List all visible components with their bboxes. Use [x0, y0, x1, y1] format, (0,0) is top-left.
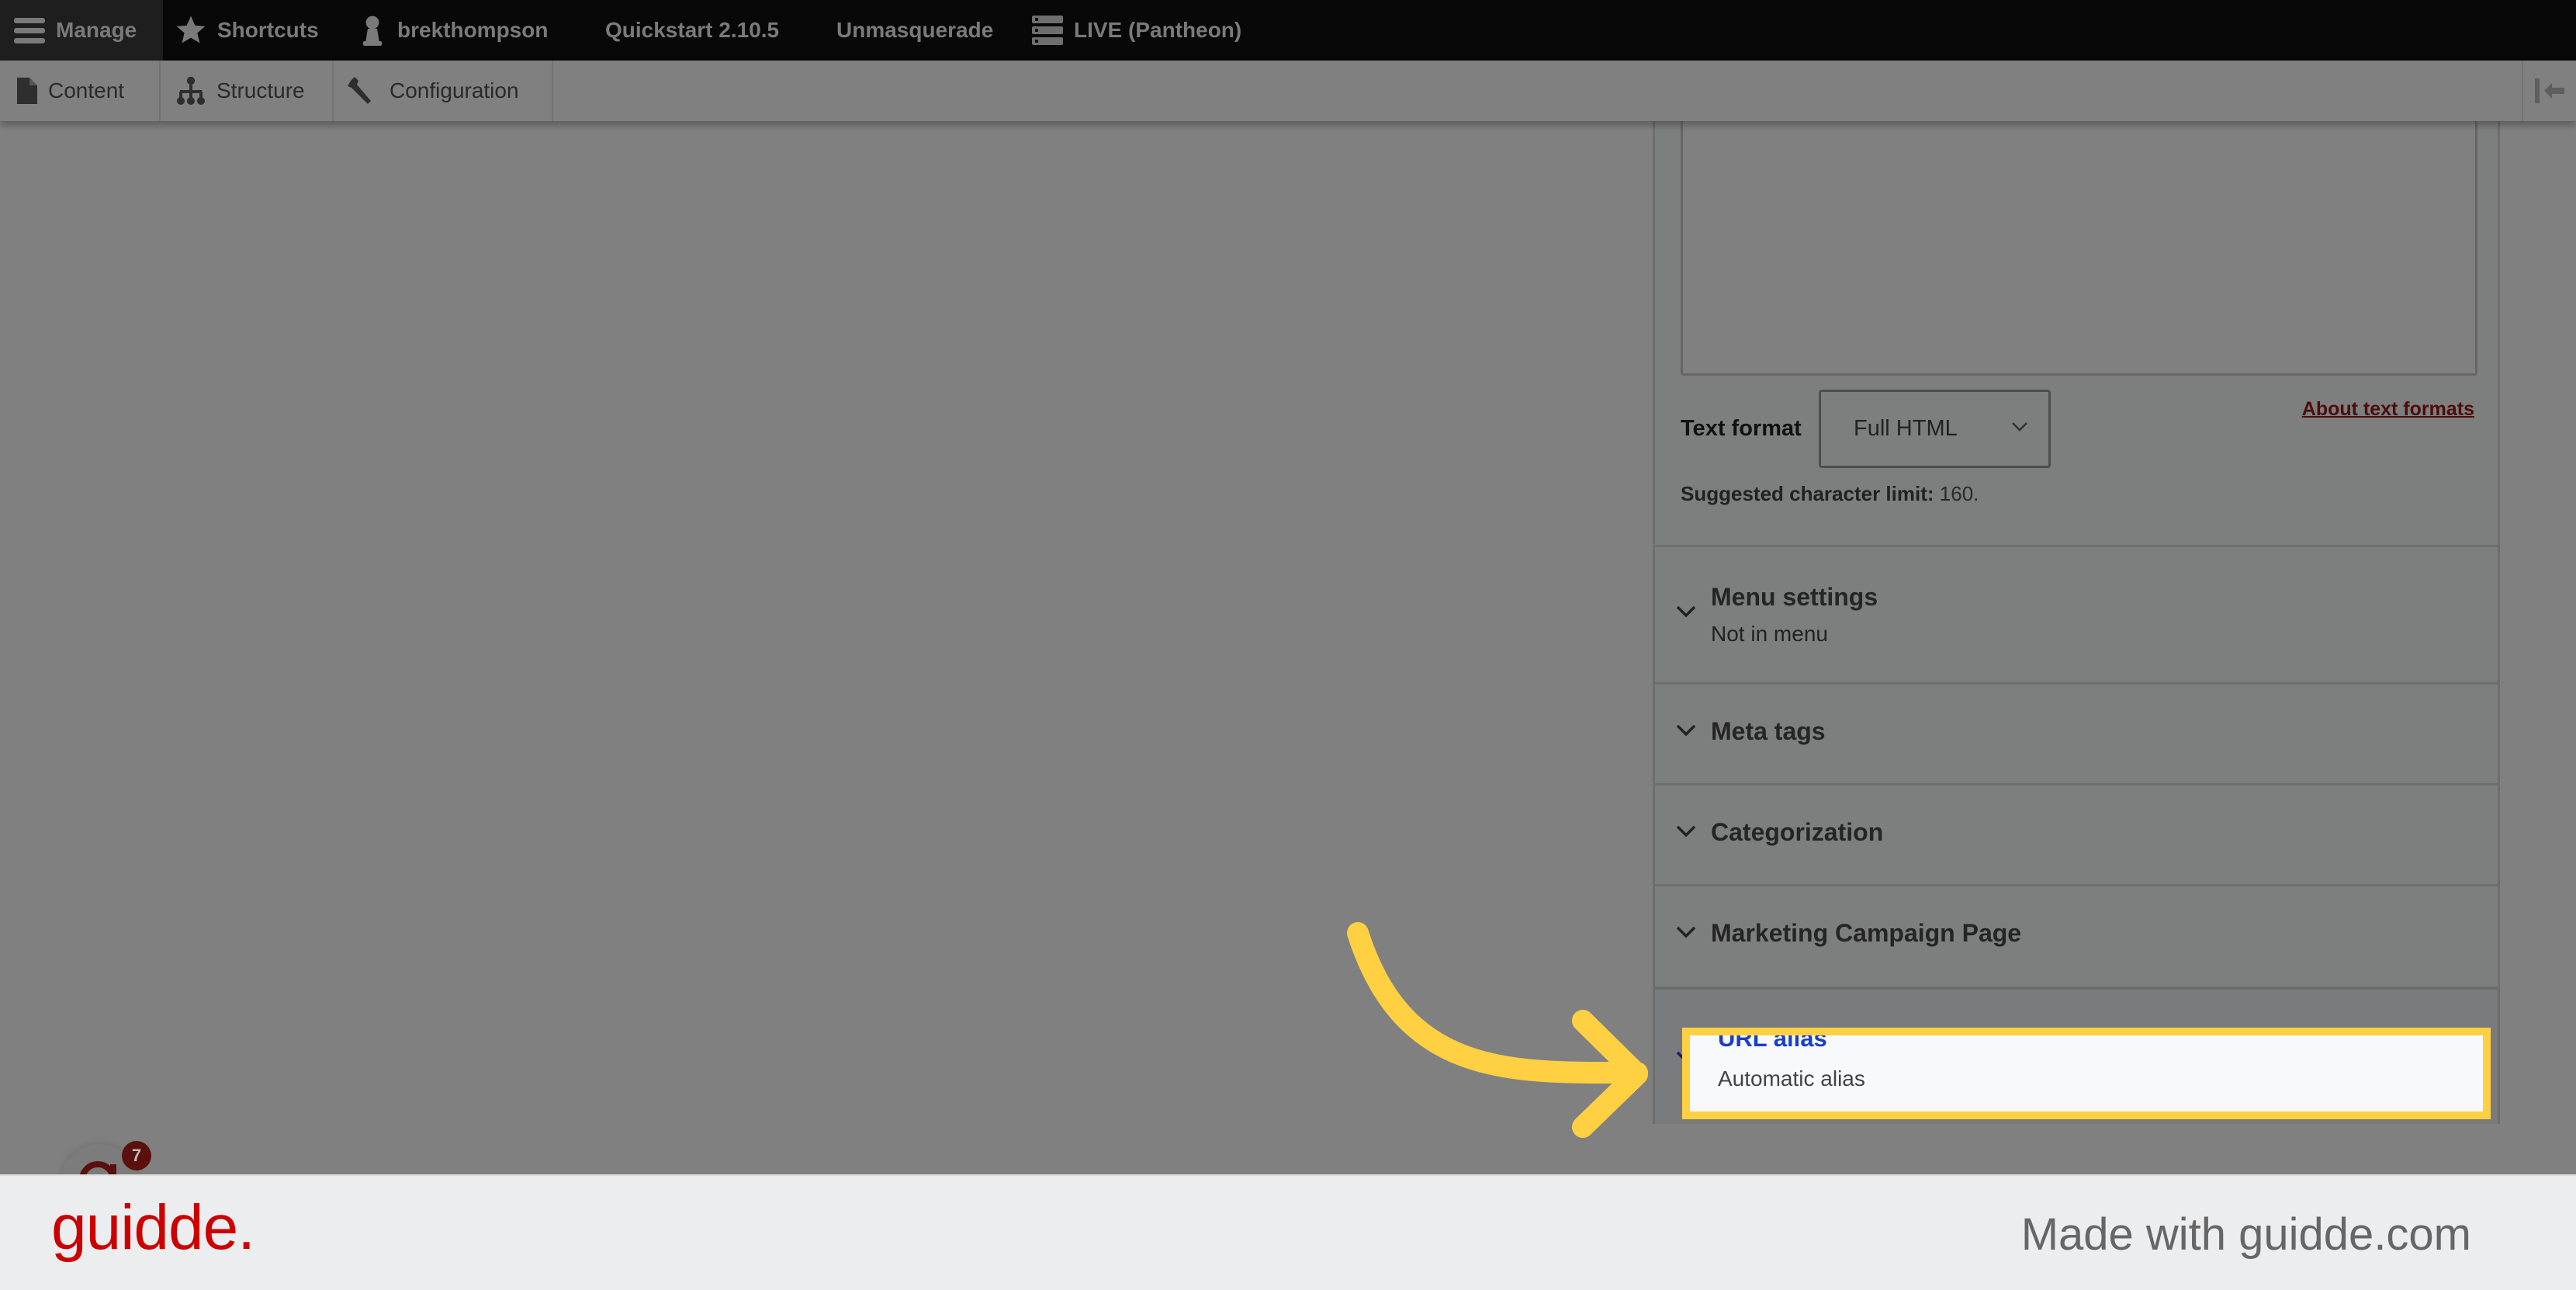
collapse-left-icon [2535, 78, 2564, 103]
limit-label: Suggested character limit: [1681, 482, 1934, 505]
chevron-down-icon [1676, 724, 1696, 737]
text-format-label: Text format [1681, 416, 1802, 441]
user-menu-button[interactable]: brekthompson [358, 0, 548, 61]
toolbar-item-structure[interactable]: Structure [161, 61, 334, 121]
environment-indicator[interactable]: LIVE (Pantheon) [1032, 0, 1241, 61]
section-title: Marketing Campaign Page [1711, 919, 2022, 947]
unmasquerade-link[interactable]: Unmasquerade [836, 0, 993, 61]
chevron-down-icon [1676, 825, 1696, 837]
unmasquerade-label: Unmasquerade [836, 18, 994, 42]
manage-label: Manage [56, 18, 137, 42]
meta-description-textarea[interactable] [1681, 121, 2477, 376]
admin-toolbar: Manage Shortcuts brekthompson Quickstart… [0, 0, 2576, 61]
username-label: brekthompson [397, 18, 549, 42]
details-categorization[interactable]: Categorization [1655, 785, 2498, 884]
environment-label: LIVE (Pantheon) [1074, 18, 1242, 42]
text-format-value: Full HTML [1854, 416, 1958, 441]
details-marketing-campaign-page[interactable]: Marketing Campaign Page [1655, 886, 2498, 987]
user-icon [363, 16, 382, 46]
character-limit-hint: Suggested character limit: 160. [1681, 482, 1979, 506]
secondary-toolbar: Content Structure Configuration [0, 61, 2576, 121]
shortcuts-button[interactable]: Shortcuts [175, 0, 319, 61]
shortcuts-label: Shortcuts [217, 18, 319, 42]
details-menu-settings[interactable]: Menu settings Not in menu [1655, 547, 2498, 684]
chevron-down-icon [1676, 605, 1696, 618]
pointer-arrow-icon [1347, 922, 1648, 1138]
quickstart-link[interactable]: Quickstart 2.10.5 [605, 0, 779, 61]
manage-menu-button[interactable]: Manage [0, 0, 163, 61]
quickstart-label: Quickstart 2.10.5 [605, 18, 780, 42]
node-edit-sidebar: Text format Full HTML About text formats… [1653, 121, 2500, 1124]
url-alias-highlight[interactable]: URL alias Automatic alias [1682, 1028, 2491, 1119]
toolbar-item-content[interactable]: Content [0, 61, 161, 121]
made-with-text: Made with guidde.com [2020, 1209, 2471, 1260]
chevron-down-icon [2012, 422, 2027, 432]
guidde-footer: guidde. Made with guidde.com [0, 1174, 2576, 1290]
server-icon [1032, 16, 1063, 45]
star-icon [176, 16, 206, 43]
section-title: Meta tags [1711, 717, 1826, 745]
section-title: Categorization [1711, 818, 1884, 846]
sitemap-icon [177, 76, 205, 105]
about-text-formats-link[interactable]: About text formats [2302, 398, 2474, 421]
toolbar-collapse-button[interactable] [2522, 61, 2576, 121]
content-label: Content [48, 78, 125, 102]
notification-count-badge: 7 [122, 1141, 151, 1170]
section-title: Menu settings [1711, 583, 1878, 611]
url-alias-title: URL alias [1718, 1028, 1827, 1052]
toolbar-item-configuration[interactable]: Configuration [334, 61, 553, 121]
section-summary: Not in menu [1711, 622, 1828, 646]
url-alias-summary: Automatic alias [1718, 1066, 1865, 1091]
wrench-icon [348, 77, 371, 104]
chevron-down-icon [1676, 926, 1696, 938]
details-meta-tags[interactable]: Meta tags [1655, 685, 2498, 783]
text-format-select[interactable]: Full HTML [1819, 390, 2051, 468]
limit-value: 160. [1939, 482, 1979, 505]
structure-label: Structure [216, 78, 305, 102]
file-icon [17, 78, 37, 104]
configuration-label: Configuration [390, 78, 519, 102]
guidde-logo: guidde. [51, 1192, 255, 1263]
hamburger-icon [14, 18, 45, 43]
